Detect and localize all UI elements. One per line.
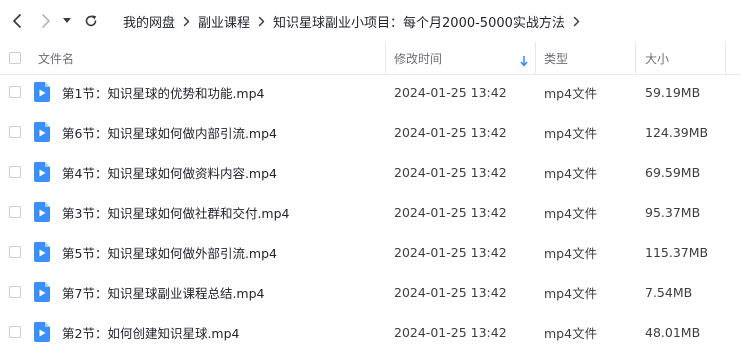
file-checkbox[interactable] (9, 206, 21, 218)
video-file-icon (34, 242, 50, 262)
file-row[interactable]: 第2节：如何创建知识星球.mp4 2024-01-25 13:42 mp4文件 48.… (0, 312, 741, 352)
file-name[interactable]: 第2节：如何创建知识星球.mp4 (62, 312, 240, 352)
file-size: 48.01MB (645, 324, 701, 340)
history-dropdown-button[interactable] (60, 9, 74, 33)
file-type: mp4文件 (544, 85, 598, 101)
video-file-icon (34, 202, 50, 222)
column-header-size[interactable]: 大小 (645, 42, 669, 74)
file-name[interactable]: 第4节：知识星球如何做资料内容.mp4 (62, 152, 277, 192)
chevron-right-icon (42, 14, 50, 28)
file-type: mp4文件 (544, 165, 598, 181)
file-modified-time: 2024-01-25 13:42 (394, 164, 507, 180)
file-checkbox[interactable] (9, 126, 21, 138)
chevron-right-icon[interactable] (573, 16, 580, 27)
file-row[interactable]: 第6节：知识星球如何做内部引流.mp4 2024-01-25 13:42 mp4文件… (0, 112, 741, 152)
column-divider[interactable] (725, 42, 726, 74)
breadcrumb-item-side-courses[interactable]: 副业课程 (198, 12, 250, 31)
sort-down-arrow-icon[interactable] (520, 52, 528, 71)
file-row[interactable]: 第1节：知识星球的优势和功能.mp4 2024-01-25 13:42 mp4文件 5… (0, 72, 741, 112)
chevron-right-icon (183, 16, 190, 27)
file-row[interactable]: 第3节：知识星球如何做社群和交付.mp4 2024-01-25 13:42 mp4文… (0, 192, 741, 232)
file-size: 95.37MB (645, 204, 701, 220)
file-checkbox[interactable] (9, 246, 21, 258)
file-modified-time: 2024-01-25 13:42 (394, 324, 507, 340)
file-size: 7.54MB (645, 284, 693, 300)
file-modified-time: 2024-01-25 13:42 (394, 284, 507, 300)
file-row[interactable]: 第7节：知识星球副业课程总结.mp4 2024-01-25 13:42 mp4文件 7… (0, 272, 741, 312)
column-divider[interactable] (385, 42, 386, 74)
select-all-checkbox[interactable] (9, 52, 21, 64)
caret-down-icon (63, 18, 71, 23)
back-button[interactable] (6, 9, 28, 33)
forward-button[interactable] (35, 9, 57, 33)
file-row[interactable]: 第4节：知识星球如何做资料内容.mp4 2024-01-25 13:42 mp4文件… (0, 152, 741, 192)
video-file-icon (34, 282, 50, 302)
breadcrumb: 我的网盘 副业课程 知识星球副业小项目：每个月2000-5000实战方法 (123, 12, 588, 31)
file-checkbox[interactable] (9, 86, 21, 98)
file-name[interactable]: 第6节：知识星球如何做内部引流.mp4 (62, 112, 277, 152)
file-size: 59.19MB (645, 84, 701, 100)
video-file-icon (34, 162, 50, 182)
file-checkbox[interactable] (9, 166, 21, 178)
file-type: mp4文件 (544, 205, 598, 221)
video-file-icon (34, 82, 50, 102)
file-size: 115.37MB (645, 244, 709, 260)
breadcrumb-item-my-drive[interactable]: 我的网盘 (123, 12, 175, 31)
breadcrumb-item-current-folder[interactable]: 知识星球副业小项目：每个月2000-5000实战方法 (273, 12, 565, 31)
refresh-icon (85, 15, 97, 27)
file-checkbox[interactable] (9, 286, 21, 298)
chevron-right-icon (258, 16, 265, 27)
file-modified-time: 2024-01-25 13:42 (394, 244, 507, 260)
file-modified-time: 2024-01-25 13:42 (394, 84, 507, 100)
file-name[interactable]: 第7节：知识星球副业课程总结.mp4 (62, 272, 265, 312)
column-divider[interactable] (635, 42, 636, 74)
file-modified-time: 2024-01-25 13:42 (394, 124, 507, 140)
file-name[interactable]: 第1节：知识星球的优势和功能.mp4 (62, 72, 265, 112)
video-file-icon (34, 122, 50, 142)
file-type: mp4文件 (544, 125, 598, 141)
file-name[interactable]: 第5节：知识星球如何做外部引流.mp4 (62, 232, 277, 272)
file-checkbox[interactable] (9, 326, 21, 338)
chevron-left-icon (13, 14, 21, 28)
file-size: 69.59MB (645, 164, 701, 180)
navigation-bar: 我的网盘 副业课程 知识星球副业小项目：每个月2000-5000实战方法 (0, 0, 741, 42)
column-header-type[interactable]: 类型 (544, 42, 568, 74)
refresh-button[interactable] (80, 9, 102, 33)
file-list-header: 文件名 修改时间 类型 大小 (0, 42, 741, 75)
column-header-name[interactable]: 文件名 (38, 42, 74, 74)
file-row[interactable]: 第5节：知识星球如何做外部引流.mp4 2024-01-25 13:42 mp4文件… (0, 232, 741, 272)
column-header-modified[interactable]: 修改时间 (394, 42, 442, 74)
video-file-icon (34, 322, 50, 342)
file-size: 124.39MB (645, 124, 709, 140)
file-type: mp4文件 (544, 245, 598, 261)
file-type: mp4文件 (544, 285, 598, 301)
file-name[interactable]: 第3节：知识星球如何做社群和交付.mp4 (62, 192, 290, 232)
file-type: mp4文件 (544, 325, 598, 341)
column-divider[interactable] (535, 42, 536, 74)
file-modified-time: 2024-01-25 13:42 (394, 204, 507, 220)
